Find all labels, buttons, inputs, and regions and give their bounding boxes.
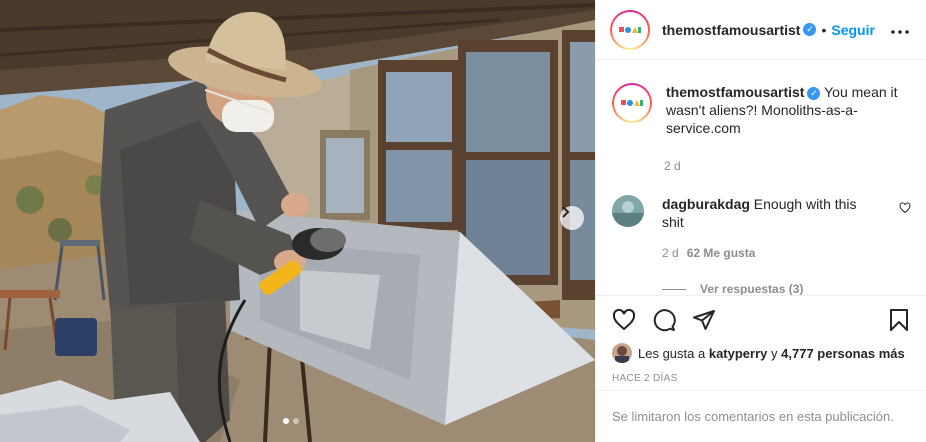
chevron-right-icon <box>562 206 570 218</box>
heart-icon[interactable] <box>612 308 636 332</box>
comments-list[interactable]: themostfamousartist ✓ You mean it wasn't … <box>596 61 926 295</box>
carousel-dot-2 <box>293 418 299 424</box>
likes-prefix: Les gusta a <box>638 345 706 361</box>
caption: themostfamousartist ✓ You mean it wasn't … <box>612 61 911 137</box>
comment-likes[interactable]: 62 Me gusta <box>687 246 756 260</box>
caption-username[interactable]: themostfamousartist <box>666 84 804 100</box>
likes-count[interactable]: 4,777 personas más <box>781 346 905 361</box>
post-header: themostfamousartist ✓ • Seguir <box>596 0 926 60</box>
verified-badge-icon: ✓ <box>807 86 821 100</box>
header-separator: • <box>821 21 827 38</box>
view-replies-button[interactable]: Ver respuestas (3) <box>662 282 911 295</box>
likes-conj: y <box>771 345 778 361</box>
carousel-next-button[interactable] <box>560 206 584 230</box>
comment-item: dagburakdag Enough with this shit <box>612 195 911 231</box>
post-actions: Les gusta a katyperry y 4,777 personas m… <box>596 295 926 384</box>
carousel-dot-1 <box>283 418 289 424</box>
commenter-avatar[interactable] <box>612 195 644 227</box>
view-replies-label: Ver respuestas (3) <box>700 282 804 295</box>
comment-meta: 2 d 62 Me gusta <box>662 246 911 260</box>
caption-author-avatar[interactable] <box>612 83 652 123</box>
likes-summary: Les gusta a katyperry y 4,777 personas m… <box>612 343 911 363</box>
logo-shapes-icon <box>619 26 641 33</box>
more-options-icon[interactable] <box>888 21 912 39</box>
bookmark-icon[interactable] <box>887 308 911 332</box>
author-username[interactable]: themostfamousartist <box>662 22 800 38</box>
share-icon[interactable] <box>692 308 716 332</box>
liker-username[interactable]: katyperry <box>709 346 768 361</box>
post-photo[interactable] <box>0 0 595 442</box>
post-timestamp[interactable]: HACE 2 DÍAS <box>612 373 911 384</box>
comments-limited-notice: Se limitaron los comentarios en esta pub… <box>596 390 926 442</box>
author-avatar[interactable] <box>610 9 650 50</box>
liker-avatar[interactable] <box>612 343 632 363</box>
carousel-indicator <box>283 418 299 424</box>
comment-icon[interactable] <box>652 308 676 332</box>
comment-timestamp[interactable]: 2 d <box>662 246 679 260</box>
post-photo-image <box>0 0 595 442</box>
post-sidebar: themostfamousartist ✓ • Seguir themostfa… <box>595 0 926 442</box>
replies-divider <box>662 288 686 290</box>
verified-badge-icon: ✓ <box>803 23 817 36</box>
caption-timestamp[interactable]: 2 d <box>664 159 911 173</box>
logo-shapes-icon <box>621 100 643 106</box>
follow-button[interactable]: Seguir <box>831 22 875 38</box>
commenter-username[interactable]: dagburakdag <box>662 196 750 212</box>
comment-like-icon[interactable] <box>899 201 911 217</box>
